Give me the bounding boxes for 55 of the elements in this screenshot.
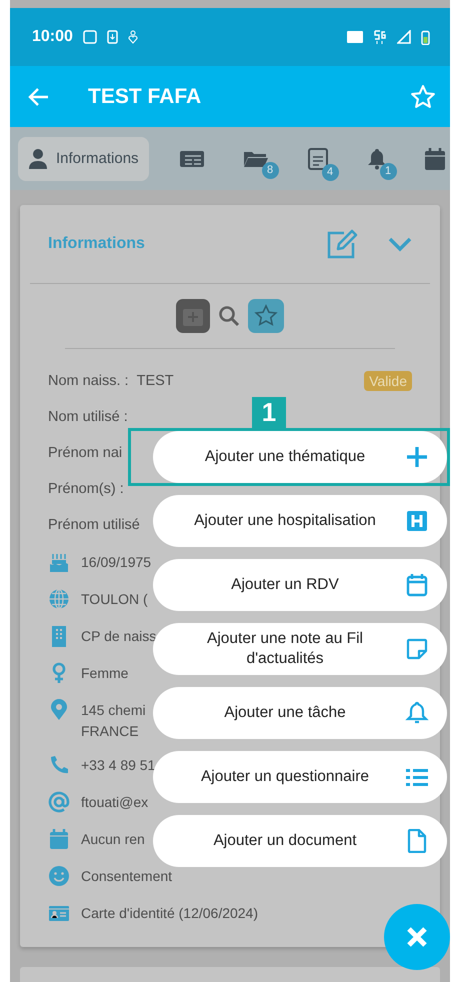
field-label: Nom utilisé : <box>48 409 128 425</box>
battery-icon <box>421 30 430 44</box>
star-icon[interactable] <box>410 84 436 110</box>
detail-text: 16/09/1975 <box>81 554 152 570</box>
menu-item[interactable]: Ajouter une hospitalisation <box>153 495 447 547</box>
count-badge: 8 <box>262 162 279 178</box>
close-icon <box>406 926 428 948</box>
status-tag: Valide <box>364 371 412 391</box>
count-badge: 1 <box>380 162 397 180</box>
at-icon <box>48 791 70 814</box>
note-icon <box>405 637 429 661</box>
app-title: TEST FAFA <box>88 84 202 108</box>
signal-icon <box>397 30 411 44</box>
detail-text: Aucun ren <box>81 831 145 848</box>
card-title: Informations <box>48 235 146 253</box>
search-icon[interactable] <box>218 305 240 327</box>
bell-icon <box>366 148 387 170</box>
back-icon[interactable] <box>28 86 50 106</box>
detail-text: 145 chemi <box>81 702 146 718</box>
globe-icon <box>48 588 70 610</box>
document-icon <box>405 829 429 853</box>
bell-icon <box>405 701 429 725</box>
plus-icon <box>405 445 429 469</box>
cake-icon <box>48 551 70 573</box>
status-time: 10:00 <box>32 28 73 46</box>
menu-item[interactable]: Ajouter un questionnaire <box>153 751 447 803</box>
tab[interactable]: Informations <box>18 136 149 180</box>
field-value: TEST <box>136 373 174 389</box>
medical-bag-icon[interactable] <box>176 299 210 333</box>
detail-text: +33 4 89 51 <box>81 757 156 774</box>
network-icon <box>373 29 387 45</box>
detail-text: Consentement <box>81 868 172 884</box>
step-number: 1 <box>252 397 286 428</box>
download-icon <box>106 30 118 44</box>
menu-item[interactable]: Ajouter une thématique <box>153 431 447 483</box>
menu-item[interactable]: Ajouter un document <box>153 815 447 867</box>
hospital-icon <box>405 509 429 533</box>
notes-icon <box>306 146 329 170</box>
heart-icon <box>128 30 138 44</box>
field-label: Nom naiss. : <box>48 373 129 389</box>
field-label: Prénom utilisé <box>48 517 140 533</box>
smile-icon <box>48 865 70 888</box>
person-icon <box>28 148 48 170</box>
detail-text: FRANCE <box>81 723 140 740</box>
field-label: Prénom nai <box>48 445 122 461</box>
pin-icon <box>48 699 70 721</box>
menu-item[interactable]: Ajouter un RDV <box>153 559 447 611</box>
count-badge: 4 <box>322 164 339 180</box>
detail-text: Carte d'identité (12/06/2024) <box>81 905 258 922</box>
detail-text: ftouati@ex <box>81 794 148 810</box>
list-icon <box>178 148 205 168</box>
detail-text: TOULON ( <box>81 591 148 608</box>
field-label: Prénom(s) : <box>48 481 124 497</box>
detail-text: Femme <box>81 665 128 682</box>
menu-item[interactable]: Ajouter une tâche <box>153 687 447 739</box>
